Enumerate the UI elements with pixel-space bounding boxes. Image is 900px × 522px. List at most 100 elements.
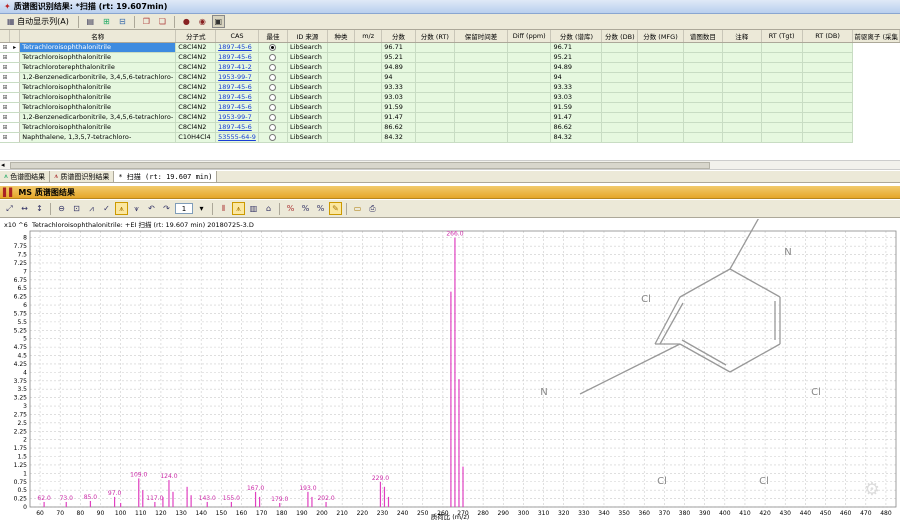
copy-icon[interactable]: ❐ xyxy=(140,15,153,28)
chevron-down-icon[interactable]: ▾ xyxy=(195,202,208,215)
best-match-radio[interactable] xyxy=(269,63,277,71)
label-peaks-icon[interactable]: ⩚ xyxy=(115,202,128,215)
cell-best-radio[interactable] xyxy=(258,62,289,73)
grid-header-cell[interactable]: ID 来源 xyxy=(287,30,328,43)
best-match-radio[interactable] xyxy=(269,93,277,101)
cell-cas-link[interactable]: 1897-45-6 xyxy=(215,42,259,53)
grid-header-cell[interactable]: 分数 (MFG) xyxy=(637,30,684,43)
best-match-radio[interactable] xyxy=(269,123,277,131)
cell-best-radio[interactable] xyxy=(258,82,289,93)
table-view-icon[interactable]: ▥ xyxy=(247,202,260,215)
cell-cas-link[interactable]: 1897-41-2 xyxy=(215,62,259,73)
scrollbar-thumb[interactable] xyxy=(10,162,710,169)
bar-mode-icon[interactable]: ⫴ xyxy=(217,202,230,215)
cell-cas-link[interactable]: 1897-45-6 xyxy=(215,102,259,113)
chart-toggle-icon[interactable]: ▣ xyxy=(211,15,225,28)
grid-header-cell[interactable]: 名称 xyxy=(19,30,177,43)
grid-horizontal-scrollbar[interactable]: ◂ xyxy=(0,160,900,170)
cell-cas-link[interactable]: 1897-45-6 xyxy=(215,122,259,133)
zoom-icon[interactable]: ⊖ xyxy=(55,202,68,215)
filter-icon[interactable]: ⊞ xyxy=(100,15,113,28)
copy-image-icon[interactable]: ▭ xyxy=(351,202,364,215)
grid-header-cell[interactable]: 谱图数目 xyxy=(683,30,724,43)
best-match-radio[interactable] xyxy=(269,133,277,141)
structure-view-icon[interactable]: ⌂ xyxy=(262,202,275,215)
table-icon[interactable]: ▤ xyxy=(84,15,97,28)
autoscale-x-icon[interactable]: ↔ xyxy=(18,202,31,215)
cell-best-radio[interactable] xyxy=(258,122,289,133)
grid-header-cell[interactable]: 种类 xyxy=(327,30,356,43)
table-row[interactable]: ⊞ 1,2-Benzenedicarbonitrile, 3,4,5,6-tetr… xyxy=(0,112,900,123)
percent-off-icon[interactable]: % xyxy=(284,202,297,215)
grid-header-cell[interactable]: 分数 (RT) xyxy=(415,30,456,43)
table-row[interactable]: ⊞ Tetrachloroisophthalonitrile C8Cl4N2 1897… xyxy=(0,52,900,63)
row-expand-icon[interactable]: ⊞ xyxy=(0,122,10,133)
grid-header-cell[interactable]: 最佳 xyxy=(258,30,289,43)
cell-cas-link[interactable]: 1953-99-7 xyxy=(215,112,259,123)
row-expand-icon[interactable]: ⊞ xyxy=(0,82,10,93)
cell-cas-link[interactable]: 53555-64-9 xyxy=(215,132,259,143)
grid-header-cell[interactable]: 分数 xyxy=(381,30,416,43)
grid-header-cell[interactable]: 注释 xyxy=(722,30,762,43)
table-row[interactable]: ⊞ ▸ Tetrachloroisophthalonitrile C8Cl4N2 189… xyxy=(0,42,900,53)
row-expand-icon[interactable]: ⊞ xyxy=(0,72,10,83)
mass-spectrum-chart[interactable]: x10 ^6 Tetrachloroisophthalonitrile: +EI… xyxy=(0,206,900,521)
grid-header-cell[interactable]: 分数 (谱库) xyxy=(550,30,603,43)
cell-best-radio[interactable] xyxy=(258,92,289,103)
grid-header-cell[interactable]: Diff (ppm) xyxy=(507,30,552,43)
grid-header-cell[interactable]: CAS xyxy=(215,30,259,43)
peak-icon[interactable]: ⩘ xyxy=(85,202,98,215)
cell-cas-link[interactable]: 1897-45-6 xyxy=(215,82,259,93)
tab-scan[interactable]: * 扫描 (rt: 19.607 min) xyxy=(114,171,218,182)
best-match-radio[interactable] xyxy=(269,73,277,81)
auto-display-columns-button[interactable]: ▦ 自动显示列(A) xyxy=(3,15,73,28)
page-number-input[interactable]: 1 xyxy=(175,203,193,214)
grid-header-cell[interactable]: m/z xyxy=(354,30,383,43)
pick-icon[interactable]: ✓ xyxy=(100,202,113,215)
cell-best-radio[interactable] xyxy=(258,102,289,113)
cell-cas-link[interactable]: 1953-99-7 xyxy=(215,72,259,83)
best-match-radio[interactable] xyxy=(269,83,277,91)
cell-cas-link[interactable]: 1897-45-6 xyxy=(215,52,259,63)
print-icon[interactable]: ⎙ xyxy=(366,202,379,215)
cell-best-radio[interactable] xyxy=(258,72,289,83)
highlight-icon[interactable]: ✎ xyxy=(329,202,342,215)
best-match-radio[interactable] xyxy=(269,43,277,51)
scroll-left-icon[interactable]: ◂ xyxy=(1,161,5,169)
cell-best-radio[interactable] xyxy=(258,52,289,63)
cell-best-radio[interactable] xyxy=(258,42,289,53)
grid-header-cell[interactable]: 分子式 xyxy=(175,30,217,43)
paste-icon[interactable]: ❏ xyxy=(156,15,169,28)
compare-icon[interactable]: ◉ xyxy=(196,15,209,28)
autoscale-xy-icon[interactable]: ⤢ xyxy=(3,202,16,215)
redo-icon[interactable]: ↷ xyxy=(160,202,173,215)
row-expand-icon[interactable]: ⊞ xyxy=(0,62,10,73)
table-row[interactable]: ⊞ Tetrachloroisophthalonitrile C8Cl4N2 1897… xyxy=(0,92,900,103)
row-expand-icon[interactable]: ⊞ xyxy=(0,112,10,123)
best-match-radio[interactable] xyxy=(269,113,277,121)
export-icon[interactable]: ⊟ xyxy=(116,15,129,28)
grid-header-cell[interactable]: 前驱离子 (采集 xyxy=(852,30,900,43)
autoscale-y-icon[interactable]: ↕ xyxy=(33,202,46,215)
table-row[interactable]: ⊞ Tetrachloroisophthalonitrile C8Cl4N2 1897… xyxy=(0,122,900,133)
row-expand-icon[interactable]: ⊞ xyxy=(0,52,10,63)
best-match-radio[interactable] xyxy=(269,103,277,111)
table-row[interactable]: ⊞ Tetrachloroterephthalonitrile C8Cl4N2 189… xyxy=(0,62,900,73)
grid-header-cell[interactable]: RT (Tgt) xyxy=(761,30,803,43)
percent-normalize-icon[interactable]: % xyxy=(314,202,327,215)
tab-spectrum-identification[interactable]: ⩚ 质谱图识别结果 xyxy=(50,171,115,182)
cell-cas-link[interactable]: 1897-45-6 xyxy=(215,92,259,103)
tab-chromatogram-results[interactable]: ⩚ 色谱图结果 xyxy=(0,171,51,182)
row-expand-icon[interactable]: ⊞ xyxy=(0,102,10,113)
table-row[interactable]: ⊞ Tetrachloroisophthalonitrile C8Cl4N2 1897… xyxy=(0,82,900,93)
search-library-icon[interactable]: ● xyxy=(180,15,193,28)
grid-header-cell[interactable]: RT (DB) xyxy=(802,30,854,43)
grid-header-cell[interactable]: 分数 (DB) xyxy=(601,30,639,43)
row-expand-icon[interactable]: ⊞ xyxy=(0,92,10,103)
cell-best-radio[interactable] xyxy=(258,132,289,143)
grid-header-cell[interactable]: 保留时间差 xyxy=(454,30,508,43)
row-expand-icon[interactable]: ⊞ xyxy=(0,42,10,53)
table-row[interactable]: ⊞ Tetrachloroisophthalonitrile C8Cl4N2 1897… xyxy=(0,102,900,113)
fit-icon[interactable]: ⊡ xyxy=(70,202,83,215)
table-row[interactable]: ⊞ 1,2-Benzenedicarbonitrile, 3,4,5,6-tetr… xyxy=(0,72,900,83)
